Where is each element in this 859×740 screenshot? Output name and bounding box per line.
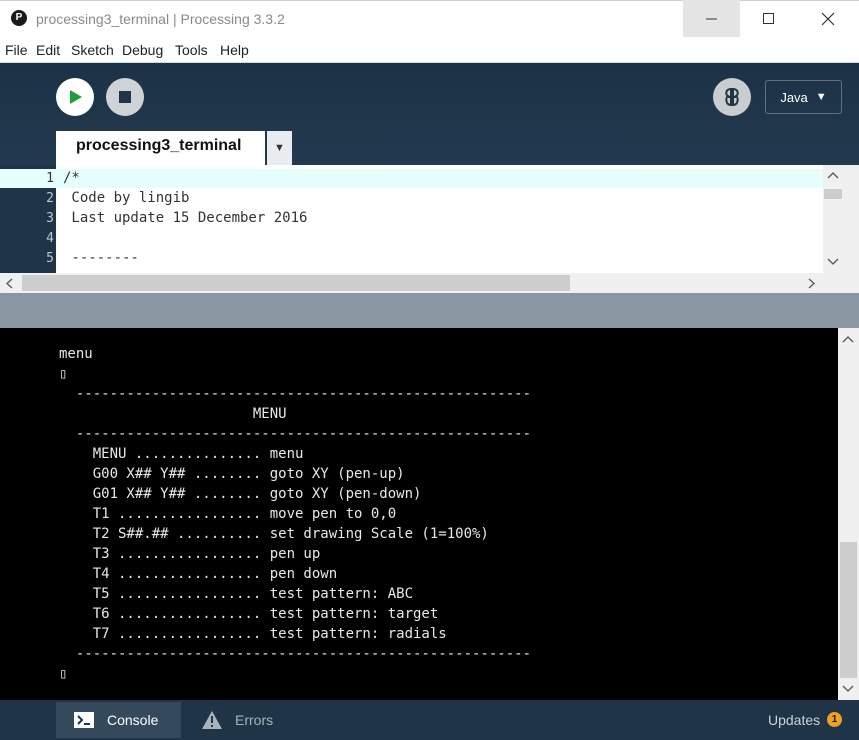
scroll-left-icon[interactable] bbox=[6, 278, 14, 289]
line-number: 1 bbox=[46, 171, 54, 186]
scroll-right-icon[interactable] bbox=[808, 278, 816, 289]
maximize-button[interactable] bbox=[740, 0, 797, 37]
tab-console[interactable]: Console bbox=[56, 702, 181, 738]
mode-label: Java bbox=[780, 89, 808, 105]
chevron-down-icon: ▼ bbox=[815, 91, 827, 103]
play-icon bbox=[70, 90, 82, 104]
console-line: T1 ................. move pen to 0,0 bbox=[59, 506, 397, 522]
console-line: T2 S##.## .......... set drawing Scale (… bbox=[59, 526, 489, 542]
line-number: 5 bbox=[46, 251, 54, 266]
menu-file[interactable]: File bbox=[5, 42, 28, 58]
code-line: /* bbox=[63, 170, 80, 186]
scroll-up-icon[interactable] bbox=[827, 171, 839, 179]
tab-label: processing3_terminal bbox=[76, 137, 242, 154]
code-line: Last update 15 December 2016 bbox=[63, 210, 308, 226]
console-line: T3 ................. pen up bbox=[59, 546, 321, 562]
scroll-down-icon[interactable] bbox=[827, 258, 839, 266]
scroll-down-icon[interactable] bbox=[842, 685, 854, 693]
editor-vertical-scroll-thumb[interactable] bbox=[824, 189, 842, 199]
run-button[interactable] bbox=[56, 78, 94, 116]
debugger-toggle-button[interactable] bbox=[713, 78, 751, 116]
processing-app-icon: P bbox=[11, 10, 27, 26]
updates-count-badge[interactable]: 1 bbox=[827, 712, 842, 727]
menu-sketch[interactable]: Sketch bbox=[71, 42, 114, 58]
minimize-icon bbox=[705, 18, 717, 19]
tab-errors-label: Errors bbox=[235, 712, 274, 728]
tab-console-label: Console bbox=[107, 712, 159, 728]
editor-vertical-scrollbar[interactable] bbox=[823, 165, 843, 273]
console-line: MENU bbox=[59, 406, 287, 422]
editor-right-margin bbox=[843, 165, 859, 273]
line-number: 2 bbox=[46, 191, 54, 206]
close-icon bbox=[821, 12, 834, 25]
editor-horizontal-scroll-thumb[interactable] bbox=[22, 275, 570, 291]
console-line: MENU ............... menu bbox=[59, 446, 304, 462]
tab-menu-button[interactable]: ▼ bbox=[267, 131, 292, 165]
line-number: 3 bbox=[46, 211, 54, 226]
chevron-down-icon: ▼ bbox=[274, 142, 285, 154]
minimize-button[interactable] bbox=[683, 0, 740, 37]
butterfly-debug-icon bbox=[725, 87, 739, 107]
scrollbar-corner bbox=[823, 273, 859, 293]
menu-tools[interactable]: Tools bbox=[175, 42, 208, 58]
window-title: processing3_terminal | Processing 3.3.2 bbox=[36, 11, 285, 27]
current-line-highlight bbox=[56, 169, 823, 188]
console-line: G01 X## Y## ........ goto XY (pen-down) bbox=[59, 486, 422, 502]
maximize-icon bbox=[762, 12, 774, 24]
console-vertical-scroll-thumb[interactable] bbox=[840, 542, 857, 678]
code-line: -------- bbox=[63, 250, 139, 266]
console-line: G00 X## Y## ........ goto XY (pen-up) bbox=[59, 466, 405, 482]
code-line: Code by lingib bbox=[63, 190, 190, 206]
mode-selector[interactable]: Java ▼ bbox=[765, 80, 842, 114]
console-line: ----------------------------------------… bbox=[59, 386, 532, 402]
console-line: ▯ bbox=[59, 666, 68, 682]
editor-console-divider[interactable] bbox=[0, 293, 859, 328]
terminal-icon bbox=[74, 712, 94, 728]
menu-help[interactable]: Help bbox=[220, 42, 249, 58]
warning-icon bbox=[202, 711, 222, 729]
console-line: ----------------------------------------… bbox=[59, 426, 532, 442]
console-line: T4 ................. pen down bbox=[59, 566, 338, 582]
console-line: T5 ................. test pattern: ABC bbox=[59, 586, 414, 602]
console-line: ▯ bbox=[59, 366, 68, 382]
console-line: T6 ................. test pattern: targe… bbox=[59, 606, 439, 622]
console-line: T7 ................. test pattern: radia… bbox=[59, 626, 447, 642]
close-button[interactable] bbox=[799, 0, 856, 37]
console-line: menu bbox=[59, 346, 93, 362]
stop-button[interactable] bbox=[106, 78, 144, 116]
tab-errors[interactable]: Errors bbox=[185, 702, 300, 738]
scroll-up-icon[interactable] bbox=[842, 335, 854, 343]
console-line: ----------------------------------------… bbox=[59, 646, 532, 662]
line-number: 4 bbox=[46, 231, 54, 246]
menu-debug[interactable]: Debug bbox=[122, 42, 163, 58]
stop-icon bbox=[119, 91, 131, 103]
menu-edit[interactable]: Edit bbox=[36, 42, 60, 58]
updates-link[interactable]: Updates bbox=[768, 712, 820, 728]
